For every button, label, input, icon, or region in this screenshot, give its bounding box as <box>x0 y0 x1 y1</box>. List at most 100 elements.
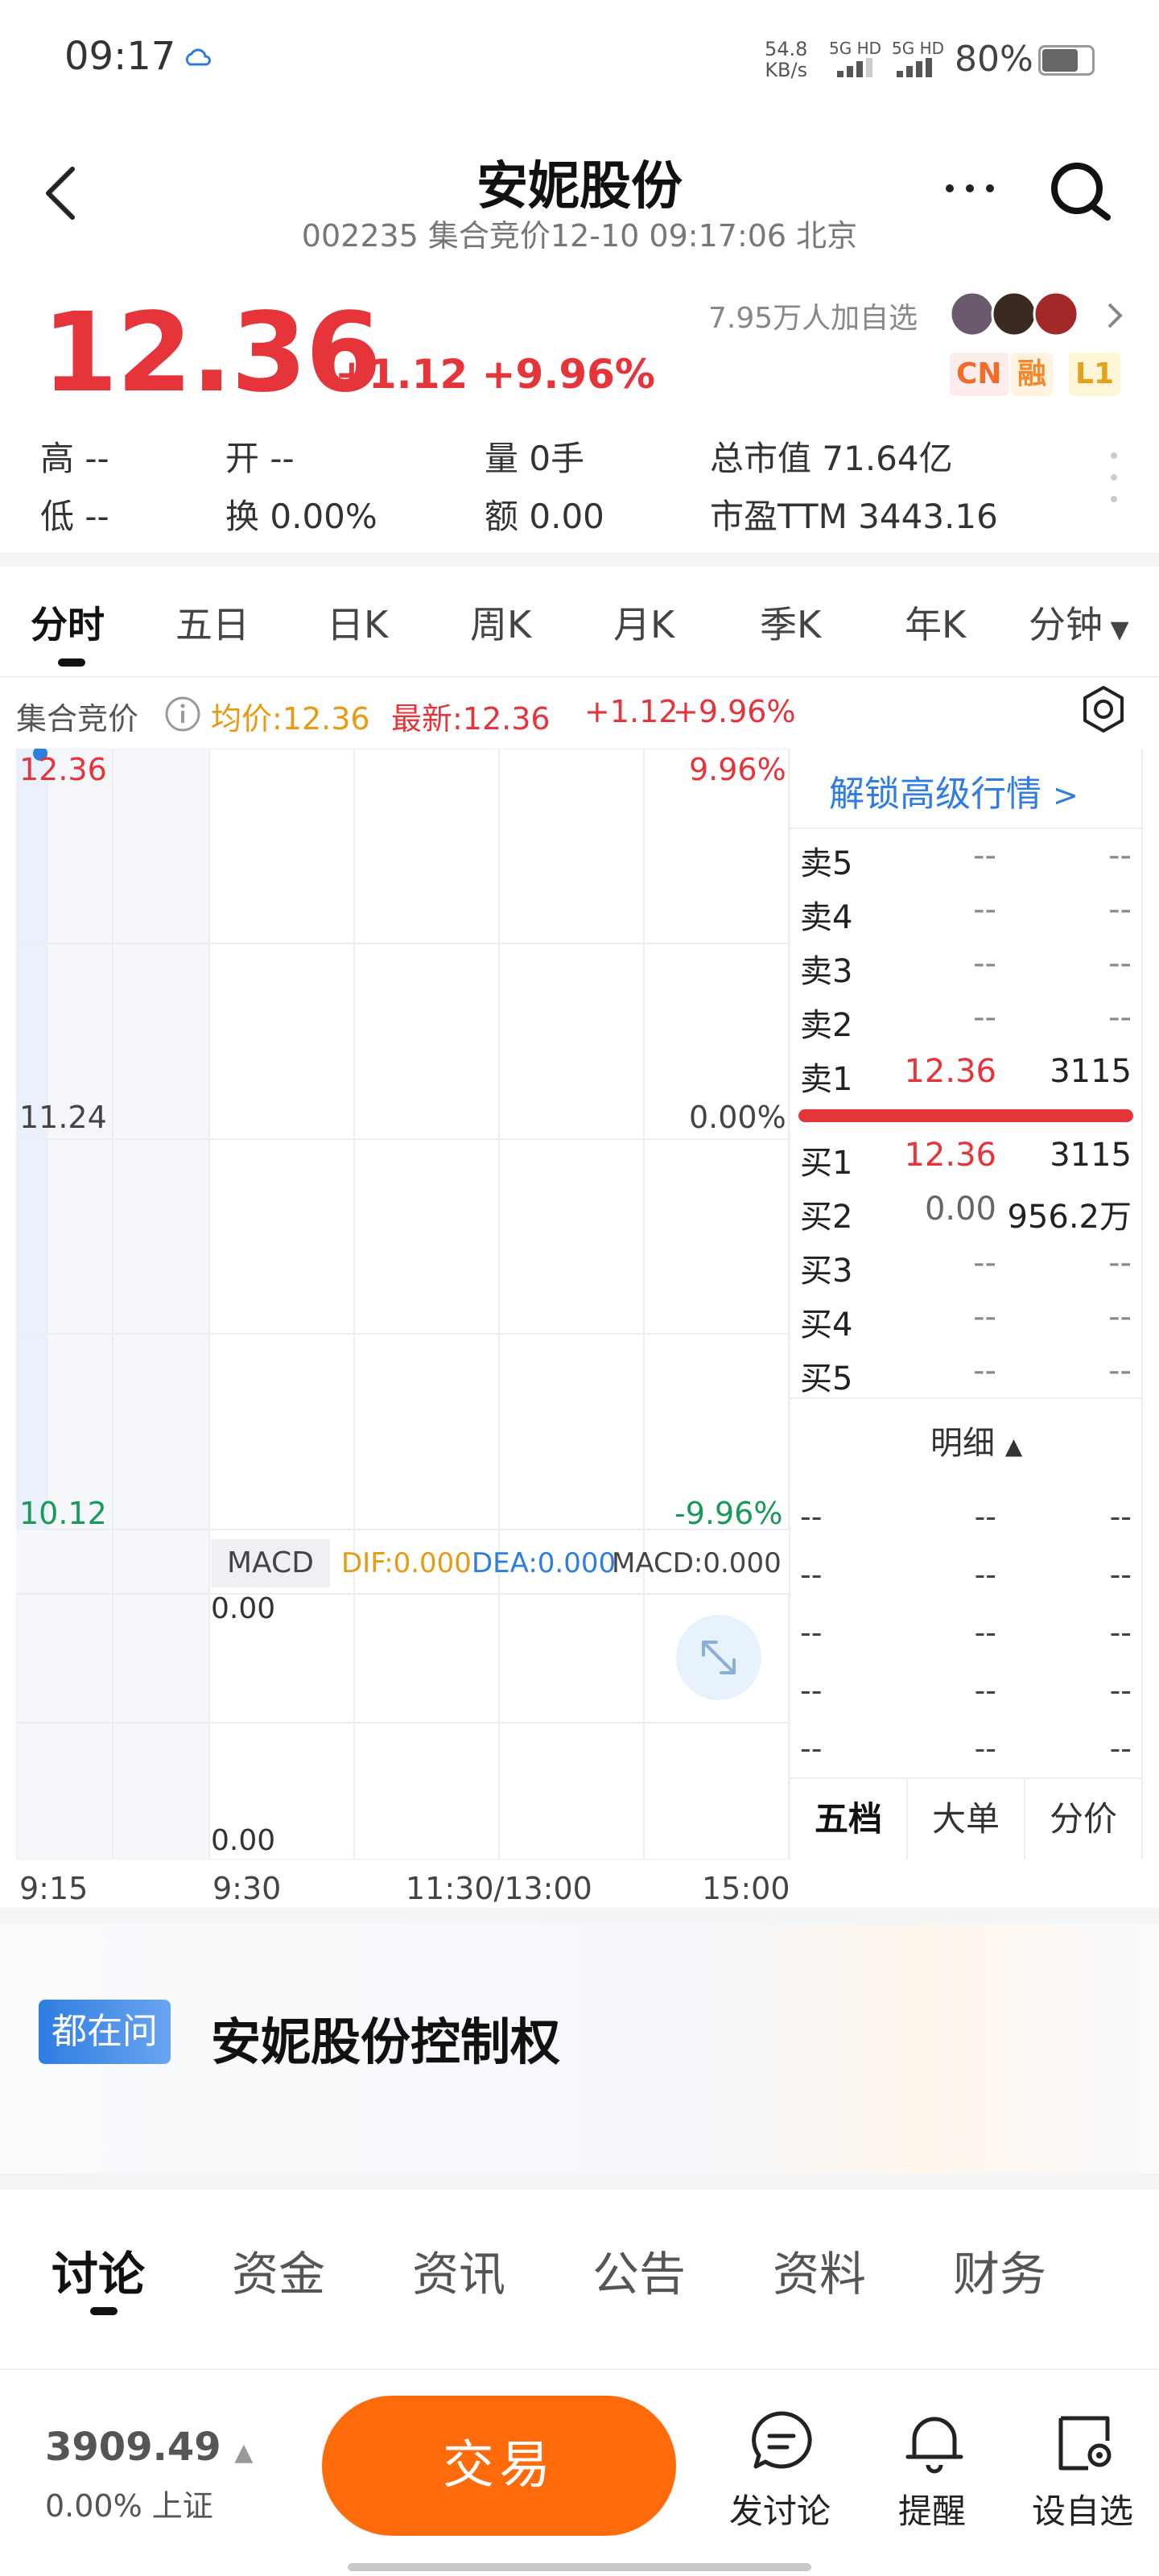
tab-indicator <box>90 2307 118 2315</box>
tab-week-k[interactable]: 周K <box>470 596 531 649</box>
orderbook-buy-row[interactable]: 买1 12.36 3115 <box>800 1137 1132 1182</box>
x-label: 9:15 <box>19 1871 89 1906</box>
orderbook-sell-row[interactable]: 卖4 -- -- <box>800 891 1132 936</box>
orderbook-buy-row[interactable]: 买4 -- -- <box>800 1298 1132 1344</box>
orderbook-sell-row[interactable]: 卖2 -- -- <box>800 999 1132 1044</box>
macd-bottom: 0.00 <box>211 1824 276 1857</box>
orderbook-sell-row[interactable]: 卖3 -- -- <box>800 945 1132 990</box>
follow-count[interactable]: 7.95万人加自选 <box>708 295 918 336</box>
search-icon[interactable] <box>1046 158 1116 227</box>
tab-day-k[interactable]: 日K <box>327 596 388 649</box>
tab-level5[interactable]: 五档 <box>790 1779 906 1860</box>
orderbook-level-label: 买1 <box>800 1145 853 1182</box>
tab-discussion[interactable]: 讨论 <box>52 2236 145 2304</box>
post-discussion-label[interactable]: 发讨论 <box>729 2484 831 2533</box>
macd-label[interactable]: MACD <box>211 1539 330 1587</box>
macd-dea: DEA:0.000 <box>472 1547 617 1579</box>
battery-percent: 80% <box>955 39 1033 80</box>
y-pct-top: 9.96% <box>689 752 786 787</box>
bell-icon[interactable] <box>900 2407 969 2476</box>
tab-news[interactable]: 资讯 <box>412 2236 505 2304</box>
x-label: 11:30/13:00 <box>406 1871 592 1906</box>
expand-button[interactable] <box>676 1615 761 1700</box>
tab-quarter-k[interactable]: 季K <box>760 596 821 649</box>
add-watchlist-label[interactable]: 设自选 <box>1032 2484 1133 2533</box>
y-label-top: 12.36 <box>19 752 107 787</box>
macd-dif: DIF:0.000 <box>341 1547 472 1579</box>
settings-icon[interactable] <box>1079 684 1128 734</box>
tab-year-k[interactable]: 年K <box>905 596 966 649</box>
tab-minute[interactable]: 分钟 ▼ <box>1029 596 1129 649</box>
orderbook-price: -- <box>973 1352 996 1389</box>
orderbook-volume: -- <box>1108 837 1132 874</box>
detail-cell: -- <box>974 1731 996 1766</box>
detail-cell: -- <box>800 1673 823 1708</box>
orderbook-sell-row[interactable]: 卖5 -- -- <box>800 837 1132 882</box>
orderbook-buy-row[interactable]: 买3 -- -- <box>800 1245 1132 1290</box>
tab-5day[interactable]: 五日 <box>175 596 250 649</box>
y-label-mid: 11.24 <box>19 1100 107 1135</box>
index-name[interactable]: 0.00% 上证 <box>45 2481 213 2525</box>
detail-cell: -- <box>974 1615 996 1650</box>
orderbook-level-label: 买4 <box>800 1307 853 1344</box>
index-value[interactable]: 3909.49 ▲ <box>45 2425 253 2470</box>
orderbook-volume: -- <box>1108 1298 1132 1335</box>
signal-bars-icon <box>897 58 932 77</box>
detail-row: -- -- -- <box>800 1731 1132 1768</box>
orderbook-buy-row[interactable]: 买5 -- -- <box>800 1352 1132 1397</box>
stat-turnover: 换 0.00% <box>225 497 377 536</box>
detail-cell: -- <box>1109 1673 1132 1708</box>
orderbook-buy-row[interactable]: 买2 0.00 956.2万 <box>800 1191 1132 1236</box>
tab-month-k[interactable]: 月K <box>613 596 674 649</box>
stat-low: 低 -- <box>40 497 109 536</box>
detail-cell: -- <box>800 1499 823 1534</box>
tab-profile[interactable]: 资料 <box>773 2236 866 2304</box>
stat-pe: 市盈TTM 3443.16 <box>710 497 998 536</box>
detail-toggle[interactable]: 明细 ▲ <box>930 1417 1022 1463</box>
detail-cell: -- <box>1109 1557 1132 1592</box>
detail-cell: -- <box>974 1673 996 1708</box>
unlock-advanced-quote[interactable]: 解锁高级行情 > <box>829 765 1079 816</box>
more-stats-icon[interactable] <box>1109 451 1119 504</box>
status-time: 09:17 <box>64 34 176 79</box>
comment-icon[interactable] <box>747 2407 816 2476</box>
stat-high: 高 -- <box>40 439 109 478</box>
latest-price: 最新:12.36 <box>391 701 551 737</box>
weather-icon <box>185 48 212 66</box>
tab-funds[interactable]: 资金 <box>232 2236 325 2304</box>
detail-cell: -- <box>1109 1499 1132 1534</box>
ask-banner[interactable] <box>0 1924 1159 2174</box>
badge-margin[interactable]: 融 <box>1011 353 1054 396</box>
more-icon[interactable] <box>942 172 998 204</box>
tab-indicator <box>58 658 85 667</box>
tab-intraday[interactable]: 分时 <box>31 596 105 649</box>
orderbook-sell-row[interactable]: 卖1 12.36 3115 <box>800 1053 1132 1098</box>
tab-financials[interactable]: 财务 <box>953 2236 1046 2304</box>
stat-volume: 量 0手 <box>485 439 585 478</box>
signal-icon: 5G HD <box>892 39 945 58</box>
orderbook-volume: 3115 <box>1050 1053 1132 1090</box>
badge-cn[interactable]: CN <box>950 353 1008 396</box>
orderbook-volume: -- <box>1108 1352 1132 1389</box>
signal-bars-icon <box>837 58 872 77</box>
chevron-right-icon[interactable] <box>1104 299 1125 332</box>
orderbook-volume: -- <box>1108 999 1132 1036</box>
tab-big-orders[interactable]: 大单 <box>906 1779 1024 1860</box>
orderbook-price: -- <box>973 1245 996 1282</box>
alert-label[interactable]: 提醒 <box>898 2484 966 2533</box>
badge-l1[interactable]: L1 <box>1069 353 1120 396</box>
divider <box>0 2174 1159 2190</box>
auction-label: 集合竞价 <box>16 701 139 737</box>
add-watchlist-icon[interactable] <box>1051 2407 1120 2476</box>
trade-button[interactable]: 交易 <box>322 2396 676 2536</box>
ask-question[interactable]: 安妮股份控制权 <box>211 2001 560 2074</box>
follower-avatars[interactable] <box>947 290 1083 338</box>
tab-announcements[interactable]: 公告 <box>592 2236 686 2304</box>
info-icon[interactable] <box>164 696 201 733</box>
avg-price: 均价:12.36 <box>211 701 370 737</box>
intraday-chart[interactable] <box>16 749 789 1860</box>
orderbook-volume: -- <box>1108 945 1132 982</box>
tab-price-distribution[interactable]: 分价 <box>1024 1779 1141 1860</box>
orderbook-price: -- <box>973 1298 996 1335</box>
home-indicator[interactable] <box>348 2563 811 2571</box>
